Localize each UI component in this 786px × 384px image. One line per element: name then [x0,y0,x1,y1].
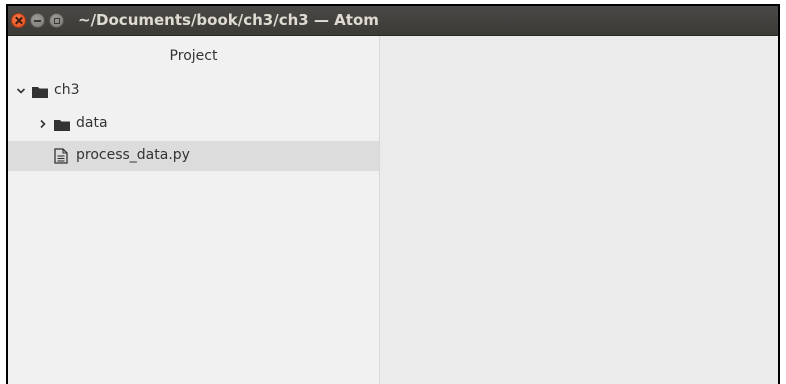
tree-item-data[interactable]: data [8,109,379,139]
tree-item-ch3[interactable]: ch3 [8,76,379,106]
tree-item-label: process_data.py [76,147,190,163]
editor-pane[interactable] [380,36,778,384]
chevron-right-icon[interactable] [38,119,48,129]
folder-icon [54,120,70,131]
atom-workspace: Project ch3 data process_data.py [8,36,778,384]
tree-item-label: ch3 [54,82,80,98]
maximize-window-button[interactable] [49,13,64,28]
chevron-down-icon[interactable] [16,86,26,96]
tree-item-label: data [76,115,108,131]
folder-icon [32,87,48,98]
minimize-window-button[interactable] [30,13,45,28]
project-tree-panel: Project ch3 data process_data.py [8,36,380,384]
window-title: ~/Documents/book/ch3/ch3 — Atom [78,11,379,29]
window-titlebar[interactable]: ~/Documents/book/ch3/ch3 — Atom [8,6,778,36]
project-panel-header[interactable]: Project [8,36,379,76]
file-text-icon [54,148,68,164]
close-window-button[interactable] [11,13,26,28]
tree-item-process-data-py[interactable]: process_data.py [8,141,379,171]
